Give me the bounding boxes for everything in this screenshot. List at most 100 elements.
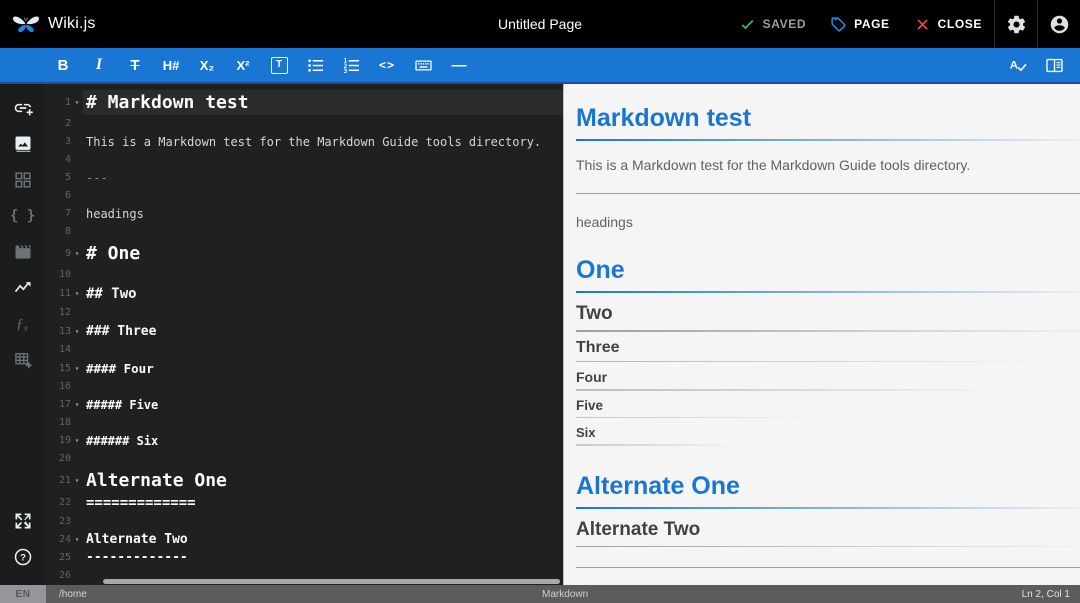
svg-text:?: ? bbox=[20, 553, 26, 564]
editor-line[interactable]: 10 bbox=[45, 266, 563, 284]
ordered-list-button[interactable]: 123 bbox=[333, 48, 369, 82]
fold-arrow-icon[interactable]: ▾ bbox=[71, 90, 83, 115]
editor-line-text: This is a Markdown test for the Markdown… bbox=[86, 135, 542, 149]
fold-arrow-icon[interactable]: ▾ bbox=[71, 468, 83, 493]
side-by-side-button[interactable] bbox=[1036, 48, 1072, 82]
horizontal-rule-button[interactable]: — bbox=[441, 48, 477, 82]
language-selector[interactable]: EN bbox=[0, 585, 46, 603]
preview-h1: Alternate One bbox=[576, 472, 1080, 509]
insert-media-button[interactable] bbox=[0, 126, 45, 162]
strikethrough-icon: T bbox=[130, 56, 140, 74]
line-number: 24 bbox=[58, 534, 71, 545]
editor-line[interactable]: 17 ▾ ##### Five bbox=[45, 396, 563, 414]
preview-pane[interactable]: Markdown test This is a Markdown test for… bbox=[563, 84, 1080, 585]
page-properties-button[interactable]: PAGE bbox=[818, 0, 902, 48]
editor-line[interactable]: 19 ▾ ###### Six bbox=[45, 432, 563, 450]
heading-button[interactable]: H# bbox=[153, 48, 189, 82]
editor-line[interactable]: 23 bbox=[45, 513, 563, 531]
code-button[interactable]: <> bbox=[369, 48, 405, 82]
table-plus-icon bbox=[13, 350, 33, 370]
function-icon: ƒx bbox=[13, 314, 33, 334]
insert-video-button[interactable] bbox=[0, 234, 45, 270]
fold-arrow-icon[interactable]: ▾ bbox=[71, 396, 83, 414]
editor-line[interactable]: 5 --- bbox=[45, 169, 563, 187]
cursor-position: Ln 2, Col 1 bbox=[1021, 588, 1070, 600]
editor-line[interactable]: 25 ------------- bbox=[45, 549, 563, 567]
insert-rail: { } ƒ x? bbox=[0, 84, 45, 585]
account-button[interactable] bbox=[1038, 0, 1080, 48]
preview-horizontal-rule bbox=[576, 567, 1080, 568]
bullet-list-button[interactable] bbox=[297, 48, 333, 82]
insert-math-button[interactable]: ƒx bbox=[0, 306, 45, 342]
fullscreen-button[interactable] bbox=[0, 503, 45, 539]
insert-table-button[interactable] bbox=[0, 342, 45, 378]
fold-arrow-icon[interactable]: ▾ bbox=[71, 284, 83, 304]
editor-line[interactable]: 9 ▾ # One bbox=[45, 241, 563, 266]
editor-line[interactable]: 16 bbox=[45, 378, 563, 396]
editor-line[interactable]: 22 ============= bbox=[45, 493, 563, 513]
insert-diagram-button[interactable] bbox=[0, 270, 45, 306]
bold-button[interactable]: B bbox=[45, 48, 81, 82]
editor-line[interactable]: 11 ▾ ## Two bbox=[45, 284, 563, 304]
fold-arrow-icon[interactable]: ▾ bbox=[71, 322, 83, 341]
editor-line[interactable]: 13 ▾ ### Three bbox=[45, 322, 563, 341]
line-number: 1 bbox=[64, 97, 71, 108]
bullet-list-icon bbox=[306, 56, 325, 75]
textbox-button[interactable]: T bbox=[261, 48, 297, 82]
editor-line[interactable]: 15 ▾ #### Four bbox=[45, 359, 563, 378]
editor-line[interactable]: 4 bbox=[45, 151, 563, 169]
italic-button[interactable]: I bbox=[81, 48, 117, 82]
editor-line[interactable]: 7 headings bbox=[45, 205, 563, 223]
fold-arrow-icon[interactable]: ▾ bbox=[71, 531, 83, 549]
blocks-icon bbox=[13, 170, 33, 190]
fold-arrow-icon[interactable]: ▾ bbox=[71, 432, 83, 450]
line-number: 17 bbox=[58, 399, 71, 410]
editor-line[interactable]: 18 bbox=[45, 414, 563, 432]
editor-line[interactable]: 20 bbox=[45, 450, 563, 468]
svg-text:ƒ: ƒ bbox=[16, 316, 23, 331]
line-number: 23 bbox=[58, 516, 71, 527]
editor-line[interactable]: 2 bbox=[45, 115, 563, 133]
expand-icon bbox=[13, 511, 33, 531]
help-button[interactable]: ? bbox=[0, 539, 45, 575]
editor-main-area: { } ƒ x? 1 ▾ # Markdown test 2 3 This is a Mark… bbox=[0, 84, 1080, 585]
keyboard-button[interactable] bbox=[405, 48, 441, 82]
editor-line[interactable]: 6 bbox=[45, 187, 563, 205]
insert-link-button[interactable] bbox=[0, 90, 45, 126]
editor-line[interactable]: 8 bbox=[45, 223, 563, 241]
line-number: 11 bbox=[58, 288, 71, 299]
line-number: 15 bbox=[58, 363, 71, 374]
preview-p: This is a Markdown test for the Markdown… bbox=[576, 157, 971, 173]
fold-arrow-icon[interactable]: ▾ bbox=[71, 359, 83, 378]
fold-arrow-icon[interactable]: ▾ bbox=[71, 241, 83, 266]
editor-lines: 1 ▾ # Markdown test 2 3 This is a Markdown te… bbox=[45, 90, 563, 585]
editor-horizontal-scrollbar[interactable] bbox=[103, 579, 560, 584]
editor-line[interactable]: 3 This is a Markdown test for the Markdow… bbox=[45, 133, 563, 151]
line-number: 25 bbox=[58, 552, 71, 563]
editor-line[interactable]: 1 ▾ # Markdown test bbox=[45, 90, 563, 115]
spellcheck-button[interactable]: A bbox=[1000, 48, 1036, 82]
line-number: 26 bbox=[58, 570, 71, 581]
subscript-button[interactable]: X₂ bbox=[189, 48, 225, 82]
editor-line[interactable]: 12 bbox=[45, 304, 563, 322]
subscript-icon: X₂ bbox=[199, 57, 215, 73]
close-button[interactable]: CLOSE bbox=[902, 0, 994, 48]
editor-line-text: #### Four bbox=[86, 361, 154, 376]
insert-block-button[interactable] bbox=[0, 162, 45, 198]
wikijs-butterfly-icon bbox=[12, 12, 40, 36]
insert-code-block-button[interactable]: { } bbox=[0, 198, 45, 234]
editor-line[interactable]: 24 ▾ Alternate Two bbox=[45, 531, 563, 549]
editor-line[interactable]: 21 ▾ Alternate One bbox=[45, 468, 563, 493]
superscript-button[interactable]: X² bbox=[225, 48, 261, 82]
editor-line-text: headings bbox=[86, 207, 144, 221]
line-number: 9 bbox=[64, 248, 71, 259]
editor-line[interactable]: 14 bbox=[45, 341, 563, 359]
preview-h1: One bbox=[576, 256, 1080, 293]
wikijs-logo[interactable]: Wiki.js bbox=[0, 0, 106, 48]
saved-status: SAVED bbox=[727, 0, 818, 48]
line-number: 5 bbox=[64, 172, 71, 183]
strikethrough-button[interactable]: T bbox=[117, 48, 153, 82]
settings-button[interactable] bbox=[995, 0, 1037, 48]
editor-pane[interactable]: 1 ▾ # Markdown test 2 3 This is a Markdown te… bbox=[45, 84, 563, 585]
line-number: 14 bbox=[58, 344, 71, 355]
